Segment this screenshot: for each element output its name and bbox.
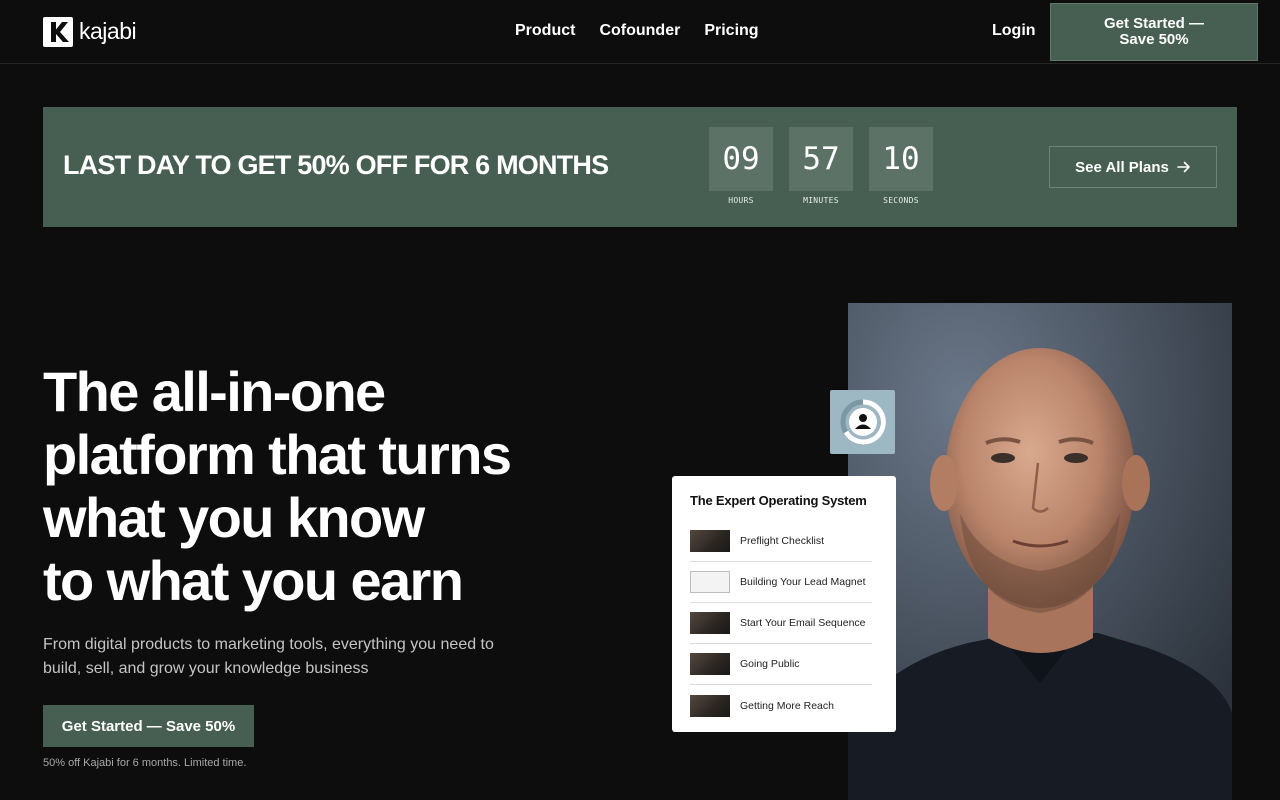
see-all-plans-button[interactable]: See All Plans: [1049, 146, 1217, 188]
nav-link-pricing[interactable]: Pricing: [704, 22, 758, 40]
hero-title-line: what you know: [43, 486, 425, 549]
kajabi-logo-icon: [43, 16, 73, 47]
lesson-label: Getting More Reach: [740, 699, 834, 712]
countdown-hours-label: HOURS: [728, 196, 754, 205]
lesson-label: Building Your Lead Magnet: [740, 576, 866, 588]
hero-title: The all-in-one platform that turns what …: [43, 360, 603, 612]
nav-cta-line1: Get Started —: [1103, 15, 1205, 32]
nav-get-started-button[interactable]: Get Started — Save 50%: [1050, 3, 1258, 61]
hero-title-line: The all-in-one: [43, 360, 386, 423]
lesson-thumbnail: [690, 612, 730, 634]
user-progress-icon: [840, 399, 886, 445]
login-link[interactable]: Login: [992, 22, 1036, 40]
banner-headline: LAST DAY TO GET 50% OFF FOR 6 MONTHS: [63, 150, 609, 180]
lesson-label: Going Public: [740, 658, 800, 670]
nav-links: Product Cofounder Pricing: [515, 22, 759, 40]
countdown-minutes-label: MINUTES: [803, 196, 839, 205]
arrow-right-icon: [1177, 161, 1190, 173]
lesson-label: Preflight Checklist: [740, 535, 825, 547]
lesson-item[interactable]: Preflight Checklist: [690, 521, 872, 562]
countdown-minutes-value: 57: [789, 127, 853, 191]
nav-link-cofounder[interactable]: Cofounder: [599, 22, 680, 40]
lesson-thumbnail: [690, 653, 730, 675]
lesson-label: Start Your Email Sequence: [740, 617, 866, 629]
logo-text: kajabi: [79, 18, 137, 44]
lesson-thumbnail: [690, 694, 730, 717]
hero-title-line: platform that turns: [43, 423, 512, 486]
nav-link-product[interactable]: Product: [515, 22, 575, 40]
lesson-thumbnail: [690, 571, 730, 593]
countdown-seconds-label: SECONDS: [883, 196, 919, 205]
course-card-title: The Expert Operating System: [690, 493, 867, 508]
countdown-seconds: 10 SECONDS: [869, 127, 933, 205]
kajabi-logo[interactable]: kajabi: [43, 16, 137, 47]
lesson-item[interactable]: Start Your Email Sequence: [690, 603, 872, 644]
promo-banner: LAST DAY TO GET 50% OFF FOR 6 MONTHS 09 …: [43, 107, 1237, 227]
course-card: The Expert Operating System Preflight Ch…: [672, 476, 896, 732]
lesson-item[interactable]: Going Public: [690, 644, 872, 685]
see-all-plans-label: See All Plans: [1075, 158, 1169, 176]
countdown-seconds-value: 10: [869, 127, 933, 191]
user-progress-badge: [830, 390, 895, 454]
creator-portrait-image: [848, 303, 1232, 800]
offer-note: 50% off Kajabi for 6 months. Limited tim…: [43, 757, 247, 769]
lesson-item[interactable]: Getting More Reach: [690, 685, 872, 726]
top-navigation: kajabi Product Cofounder Pricing Login G…: [0, 0, 1280, 64]
lesson-item[interactable]: Building Your Lead Magnet: [690, 562, 872, 603]
hero-subtitle: From digital products to marketing tools…: [43, 636, 494, 677]
hero-title-line: to what you earn: [43, 549, 464, 612]
nav-cta-line2: Save 50%: [1119, 31, 1189, 48]
countdown-hours-value: 09: [709, 127, 773, 191]
countdown-hours: 09 HOURS: [709, 127, 773, 205]
hero-cta-label: Get Started — Save 50%: [61, 717, 236, 735]
hero-get-started-button[interactable]: Get Started — Save 50%: [43, 705, 254, 747]
lesson-thumbnail: [690, 530, 730, 552]
countdown-minutes: 57 MINUTES: [789, 127, 853, 205]
